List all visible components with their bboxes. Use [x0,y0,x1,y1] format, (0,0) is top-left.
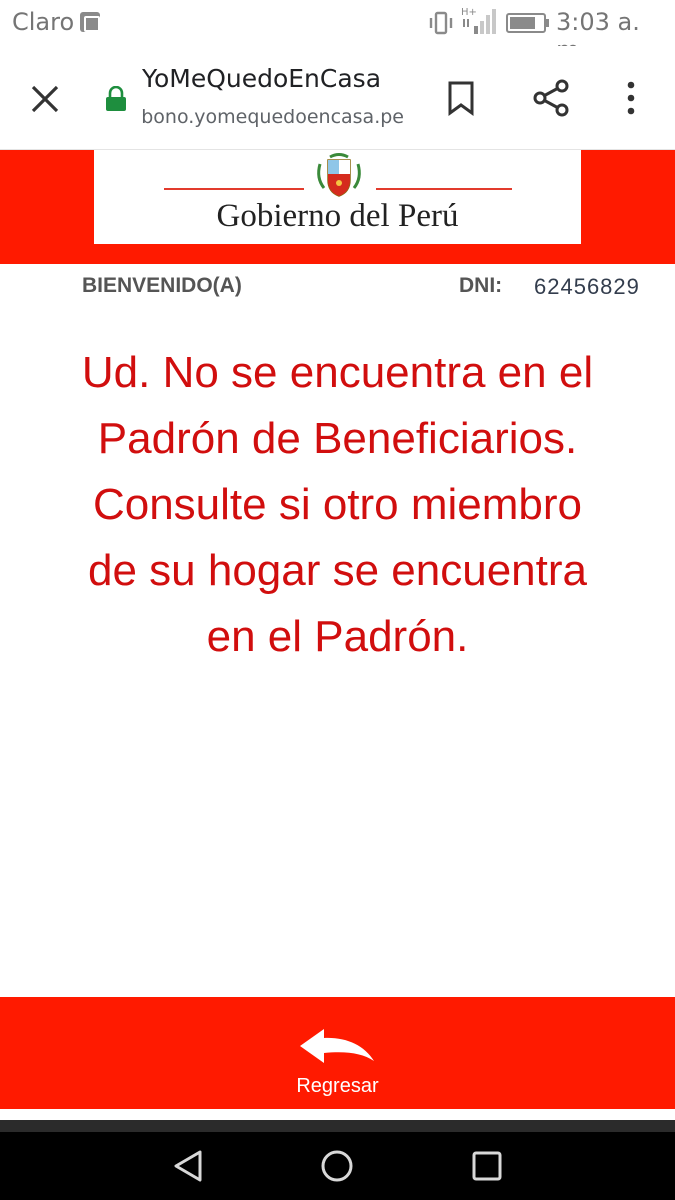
nav-divider [0,1120,675,1132]
more-vert-icon[interactable] [618,80,644,116]
coat-of-arms-icon [317,153,361,197]
vibrate-icon [429,11,453,35]
not-found-message: Ud. No se encuentra en el Padrón de Bene… [81,348,594,661]
share-icon[interactable] [532,78,570,118]
lock-icon [106,86,126,111]
back-label: Regresar [296,1075,379,1097]
status-bar: Claro H+ 3:03 a. m. [0,0,675,64]
back-arrow-icon [300,1029,374,1063]
browser-toolbar: YoMeQuedoEnCasa bono.yomequedoencasa.pe [0,46,675,150]
android-nav-bar [0,1132,675,1200]
network-type-label: H+ [461,7,477,18]
nav-home-icon[interactable] [319,1148,355,1184]
nav-back-icon[interactable] [170,1148,206,1184]
carrier-name: Claro [12,8,75,36]
dni-value: 62456829 [534,274,640,299]
close-icon[interactable] [28,82,62,116]
logo-line-left [164,188,304,190]
battery-icon [506,13,549,33]
page-bottom-gap [0,1109,675,1120]
back-button[interactable]: Regresar [0,997,675,1109]
welcome-label: BIENVENIDO(A) [82,274,242,297]
bookmark-icon[interactable] [446,80,476,116]
dni-label: DNI: [459,274,503,297]
logo-line-right [376,188,512,190]
nav-recents-icon[interactable] [471,1150,503,1182]
page-url[interactable]: bono.yomequedoencasa.pe [142,106,404,128]
government-logo: Gobierno del Perú [94,150,581,244]
page-title[interactable]: YoMeQuedoEnCasa [142,64,404,93]
signal-icon: H+ [461,7,496,34]
logo-text: Gobierno del Perú [216,198,459,234]
image-notification-icon [80,12,100,32]
header-banner: Gobierno del Perú [0,150,675,264]
